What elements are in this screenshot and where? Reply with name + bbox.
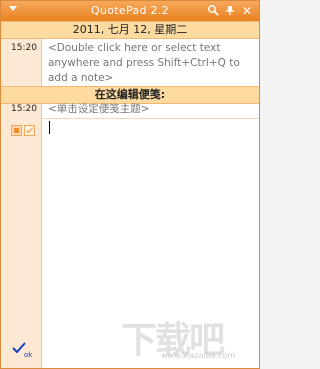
close-icon[interactable]: ✕ bbox=[240, 4, 254, 18]
ok-label: ok bbox=[24, 351, 33, 359]
quotepad-window: QuotePad 2.2 ✕ 2011, 七月 12, 星期二 15:20 <D… bbox=[0, 0, 260, 369]
left-gutter bbox=[1, 21, 42, 368]
note-color-icon[interactable] bbox=[11, 125, 22, 136]
window-title: QuotePad 2.2 bbox=[91, 4, 169, 17]
subject-divider bbox=[42, 118, 259, 119]
edit-note-time: 15:20 bbox=[11, 104, 37, 114]
check-icon[interactable] bbox=[24, 125, 35, 136]
watermark-url: www.xiazaiba.com bbox=[161, 351, 236, 360]
pin-icon[interactable] bbox=[223, 4, 237, 18]
ok-button[interactable]: ok bbox=[12, 342, 38, 360]
title-bar[interactable]: QuotePad 2.2 ✕ bbox=[1, 1, 259, 21]
text-cursor bbox=[49, 121, 50, 134]
search-icon[interactable] bbox=[206, 4, 220, 18]
note-text[interactable]: <Double click here or select text anywhe… bbox=[48, 41, 256, 86]
note-time: 15:20 bbox=[11, 43, 37, 53]
date-header: 2011, 七月 12, 星期二 bbox=[1, 21, 259, 39]
edit-note-subject[interactable]: <单击设定便笺主题> bbox=[48, 102, 256, 117]
